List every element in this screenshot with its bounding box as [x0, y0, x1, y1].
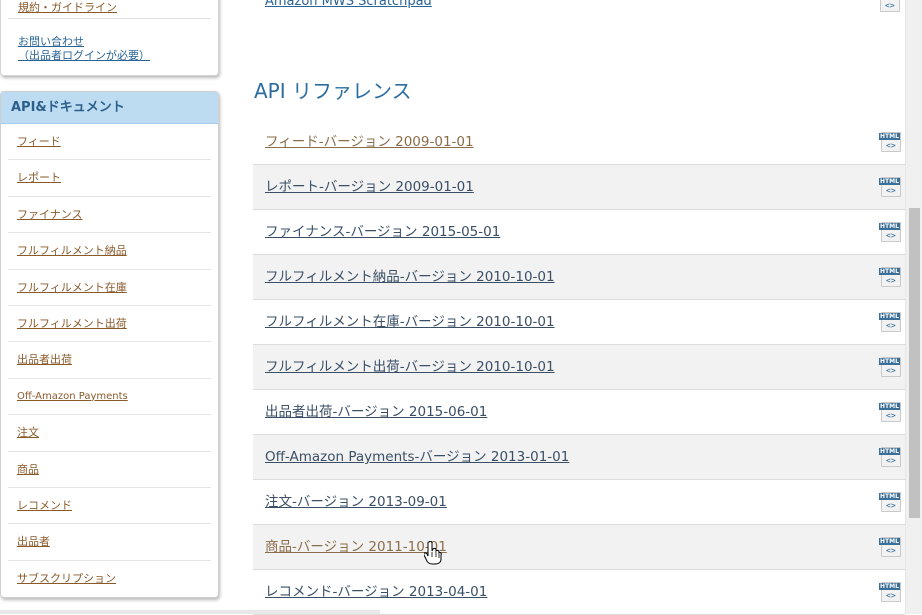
sidebar-item-off-amazon-payments[interactable]: Off-Amazon Payments — [17, 391, 128, 402]
html-doc-icon[interactable]: HTML <> — [879, 447, 901, 467]
contact-link[interactable]: お問い合わせ （出品者ログインが必要） — [18, 35, 150, 63]
sidebar-item-fulfillment-outbound[interactable]: フルフィルメント出荷 — [17, 317, 127, 330]
list-item: フルフィルメント出荷-バージョン 2010-10-01 HTML <> — [253, 345, 905, 390]
sidebar-item-merchant-fulfillment[interactable]: 出品者出荷 — [17, 353, 72, 366]
html-tag: HTML — [879, 358, 900, 365]
sidebar-top-panel: 規約・ガイドライン お問い合わせ （出品者ログインが必要） — [0, 0, 219, 76]
sidebar-nav-list: フィード レポート ファイナンス フルフィルメント納品 フルフィルメント在庫 フ… — [1, 124, 218, 597]
api-link-merchant-fulfillment[interactable]: 出品者出荷-バージョン 2015-06-01 — [265, 390, 487, 434]
api-link-reports[interactable]: レポート-バージョン 2009-01-01 — [265, 165, 474, 209]
sidebar-item-reports[interactable]: レポート — [17, 171, 61, 184]
api-link-orders[interactable]: 注文-バージョン 2013-09-01 — [265, 480, 447, 524]
api-link-off-amazon-payments[interactable]: Off-Amazon Payments-バージョン 2013-01-01 — [265, 435, 569, 479]
code-brackets: <> — [886, 186, 896, 195]
list-item: フルフィルメント納品-バージョン 2010-10-01 HTML <> — [253, 255, 905, 300]
api-link-fulfillment-inventory[interactable]: フルフィルメント在庫-バージョン 2010-10-01 — [265, 300, 555, 344]
contact-link-line2: （出品者ログインが必要） — [18, 49, 150, 62]
code-brackets: <> — [885, 1, 895, 10]
api-link-products[interactable]: 商品-バージョン 2011-10-01 — [265, 525, 447, 569]
html-doc-icon[interactable]: HTML <> — [879, 582, 901, 602]
code-brackets: <> — [886, 366, 896, 375]
code-brackets: <> — [886, 276, 896, 285]
sidebar-item-recommendations[interactable]: レコメンド — [17, 499, 72, 512]
list-item: 出品者出荷-バージョン 2015-06-01 HTML <> — [253, 390, 905, 435]
list-item: フルフィルメント在庫-バージョン 2010-10-01 HTML <> — [253, 300, 905, 345]
sidebar-item-products[interactable]: 商品 — [17, 463, 39, 476]
sidebar-item-subscriptions[interactable]: サブスクリプション — [17, 572, 116, 585]
html-doc-icon[interactable]: HTML <> — [880, 0, 900, 12]
horizontal-scrollbar[interactable] — [0, 610, 380, 614]
html-tag: HTML — [879, 583, 900, 590]
scrollbar-thumb[interactable] — [909, 208, 920, 518]
sidebar-item-fulfillment-inbound[interactable]: フルフィルメント納品 — [17, 244, 127, 257]
code-brackets: <> — [886, 141, 896, 150]
code-brackets: <> — [886, 501, 896, 510]
code-brackets: <> — [886, 411, 896, 420]
html-tag: HTML — [879, 403, 900, 410]
list-item: フィード-バージョン 2009-01-01 HTML <> — [253, 120, 905, 165]
html-doc-icon[interactable]: HTML <> — [879, 267, 901, 287]
api-link-feeds[interactable]: フィード-バージョン 2009-01-01 — [265, 120, 474, 164]
list-item: 注文-バージョン 2013-09-01 HTML <> — [253, 480, 905, 525]
sidebar-item-finances[interactable]: ファイナンス — [17, 208, 83, 221]
api-link-finances[interactable]: ファイナンス-バージョン 2015-05-01 — [265, 210, 500, 254]
api-link-fulfillment-inbound[interactable]: フルフィルメント納品-バージョン 2010-10-01 — [265, 255, 555, 299]
list-item: ファイナンス-バージョン 2015-05-01 HTML <> — [253, 210, 905, 255]
html-tag: HTML — [879, 538, 900, 545]
html-tag: HTML — [879, 313, 900, 320]
html-doc-icon[interactable]: HTML <> — [879, 492, 901, 512]
html-tag: HTML — [879, 268, 900, 275]
contact-link-line1: お問い合わせ — [18, 35, 84, 48]
guidelines-link[interactable]: 規約・ガイドライン — [18, 0, 117, 15]
api-link-recommendations[interactable]: レコメンド-バージョン 2013-04-01 — [265, 570, 487, 614]
sidebar-item-feeds[interactable]: フィード — [17, 135, 61, 148]
hand-cursor-icon — [424, 541, 442, 565]
html-doc-icon[interactable]: HTML <> — [879, 177, 901, 197]
vertical-scrollbar[interactable] — [905, 0, 922, 614]
sidebar-section-title: API&ドキュメント — [1, 92, 218, 124]
html-doc-icon[interactable]: HTML <> — [879, 312, 901, 332]
html-tag: HTML — [879, 448, 900, 455]
html-doc-icon[interactable]: HTML <> — [879, 357, 901, 377]
code-brackets: <> — [886, 456, 896, 465]
html-doc-icon[interactable]: HTML <> — [879, 132, 901, 152]
scratchpad-link[interactable]: Amazon MWS Scratchpad — [265, 0, 432, 9]
list-item: Off-Amazon Payments-バージョン 2013-01-01 HTM… — [253, 435, 905, 480]
code-brackets: <> — [886, 591, 896, 600]
list-item: 商品-バージョン 2011-10-01 HTML <> — [253, 525, 905, 570]
html-doc-icon[interactable]: HTML <> — [879, 222, 901, 242]
code-brackets: <> — [886, 321, 896, 330]
code-brackets: <> — [886, 546, 896, 555]
html-tag: HTML — [879, 493, 900, 500]
page-section-title: API リファレンス — [254, 79, 412, 103]
list-item: レコメンド-バージョン 2013-04-01 HTML <> — [253, 570, 905, 615]
html-doc-icon[interactable]: HTML <> — [879, 402, 901, 422]
html-doc-icon[interactable]: HTML <> — [879, 537, 901, 557]
html-tag: HTML — [879, 223, 900, 230]
list-item: レポート-バージョン 2009-01-01 HTML <> — [253, 165, 905, 210]
sidebar-api-docs-panel: API&ドキュメント フィード レポート ファイナンス フルフィルメント納品 フ… — [0, 91, 219, 598]
html-tag: HTML — [879, 133, 900, 140]
divider — [8, 18, 211, 19]
api-link-fulfillment-outbound[interactable]: フルフィルメント出荷-バージョン 2010-10-01 — [265, 345, 555, 389]
sidebar-item-orders[interactable]: 注文 — [17, 426, 39, 439]
html-tag: HTML — [879, 178, 900, 185]
sidebar-item-fulfillment-inventory[interactable]: フルフィルメント在庫 — [17, 281, 127, 294]
sidebar-item-sellers[interactable]: 出品者 — [17, 535, 50, 548]
code-brackets: <> — [886, 231, 896, 240]
api-reference-list: フィード-バージョン 2009-01-01 HTML <> レポート-バージョン … — [253, 120, 905, 615]
